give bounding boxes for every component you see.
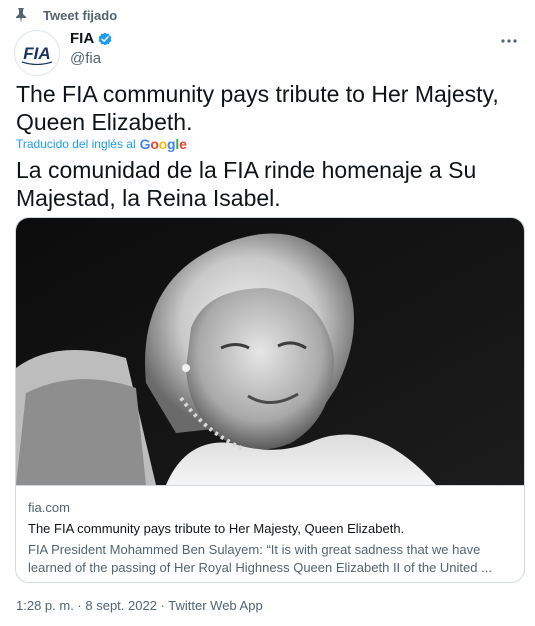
more-options-icon xyxy=(501,39,517,43)
card-image[interactable] xyxy=(16,218,524,485)
author-name[interactable]: FIA xyxy=(70,30,94,47)
author-handle[interactable]: @fia xyxy=(70,50,101,67)
link-card[interactable]: fia.com The FIA community pays tribute t… xyxy=(15,217,525,583)
more-options-button[interactable] xyxy=(499,31,519,51)
author-name-line[interactable]: FIA xyxy=(70,30,113,47)
tweet-text: The FIA community pays tribute to Her Ma… xyxy=(16,81,499,135)
pinned-indicator: Tweet fijado xyxy=(14,6,117,24)
translation-prefix: Traducido del inglés al xyxy=(16,137,136,151)
card-body[interactable]: fia.com The FIA community pays tribute t… xyxy=(16,485,524,582)
tweet-header: FIA FIA @fia xyxy=(14,29,521,76)
meta-separator-2: · xyxy=(156,598,169,613)
google-logo-icon: Google xyxy=(139,136,187,152)
card-title: The FIA community pays tribute to Her Ma… xyxy=(28,521,405,536)
pinned-label: Tweet fijado xyxy=(43,7,118,23)
tweet-date[interactable]: 8 sept. 2022 xyxy=(85,598,157,613)
fia-logo-icon: FIA xyxy=(21,44,53,65)
tweet-time[interactable]: 1:28 p. m. xyxy=(16,598,74,613)
verified-badge-icon xyxy=(98,32,112,45)
tweet-source: Twitter Web App xyxy=(168,598,263,613)
card-domain: fia.com xyxy=(28,500,70,515)
translated-text: La comunidad de la FIA rinde homenaje a … xyxy=(16,157,477,211)
pin-icon xyxy=(16,8,26,23)
tweet-metadata: 1:28 p. m. · 8 sept. 2022 · Twitter Web … xyxy=(16,598,263,613)
svg-text:FIA: FIA xyxy=(23,44,50,63)
meta-separator: · xyxy=(73,598,86,613)
card-description: FIA President Mohammed Ben Sulayem: “It … xyxy=(28,542,492,575)
translation-attribution[interactable]: Traducido del inglés al Google xyxy=(16,136,187,152)
avatar[interactable]: FIA xyxy=(14,30,60,76)
